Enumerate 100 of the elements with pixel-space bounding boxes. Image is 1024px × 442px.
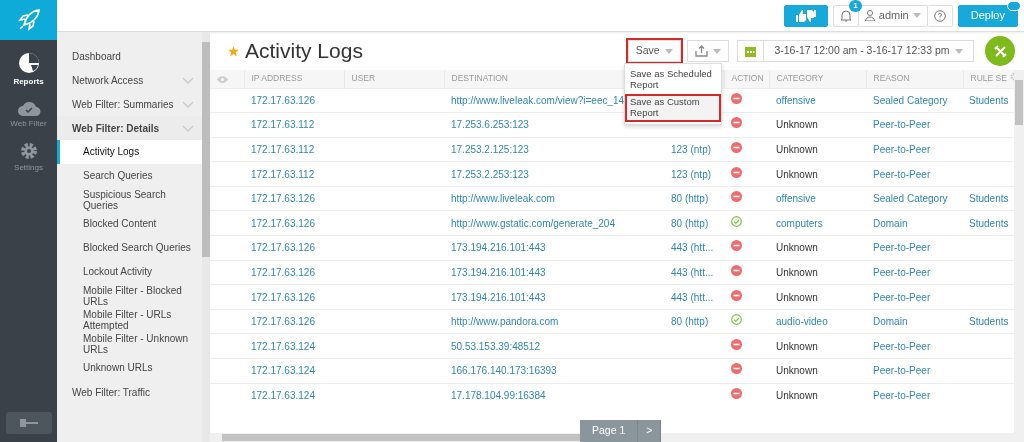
deploy-button[interactable]: Deploy	[957, 4, 1018, 27]
category-link[interactable]: computers	[776, 217, 823, 229]
port-link[interactable]: 80 (http)	[671, 217, 709, 229]
reason-link[interactable]: Peer-to-Peer	[873, 144, 931, 155]
menu-item[interactable]: Save as Custom Report	[625, 93, 721, 122]
next-page-button[interactable]: >	[638, 420, 662, 442]
category-link[interactable]: offensive	[776, 193, 816, 205]
nav-rail-item[interactable]: Settings	[0, 135, 57, 180]
pie-chart-icon	[17, 51, 40, 74]
destination-link[interactable]: 17.253.2.125:123	[451, 144, 529, 155]
destination-link[interactable]: 17.253.2.253:123	[451, 168, 529, 180]
scrollbar[interactable]	[202, 32, 210, 442]
eye-icon[interactable]	[217, 75, 228, 83]
port-link[interactable]: 443 (htt...	[671, 242, 714, 254]
rule-set-link[interactable]: Students	[969, 94, 1009, 106]
feedback-button[interactable]	[783, 4, 828, 27]
sidebar-item[interactable]: Mobile Filter - Unknown URLs	[57, 332, 202, 356]
ip-address-link[interactable]: 172.17.63.126	[251, 291, 315, 303]
nav-rail-item[interactable]: Reports	[0, 45, 57, 94]
category-text: Unknown	[776, 390, 818, 402]
save-button[interactable]: Save	[627, 40, 681, 62]
ip-address-link[interactable]: 172.17.63.126	[251, 217, 315, 229]
cloud-icon	[16, 99, 41, 116]
sidebar-item[interactable]: Web Filter: Traffic	[57, 380, 202, 404]
sidebar-item[interactable]: Network Access	[57, 68, 202, 92]
ip-address-link[interactable]: 172.17.63.112	[251, 168, 315, 180]
category-text: Unknown	[776, 291, 818, 303]
reason-link[interactable]: Peer-to-Peer	[873, 390, 931, 402]
category-text: Unknown	[776, 266, 818, 278]
thumbs-icon	[794, 9, 817, 22]
port-link[interactable]: 123 (ntp)	[671, 144, 712, 155]
nav-rail-item[interactable]: Web Filter	[0, 93, 57, 136]
rule-set-link[interactable]: Students	[969, 316, 1009, 328]
port-link[interactable]: 443 (htt...	[671, 266, 714, 278]
sidebar-item[interactable]: Lockout Activity	[57, 260, 202, 284]
sidebar-item[interactable]: Blocked Search Queries	[57, 236, 202, 260]
reason-link[interactable]: Peer-to-Peer	[873, 340, 931, 352]
rule-set-link[interactable]: Students	[969, 217, 1009, 229]
user-menu[interactable]: admin	[858, 4, 928, 27]
scrollbar[interactable]	[1014, 70, 1024, 442]
reason-link[interactable]: Peer-to-Peer	[873, 168, 931, 180]
sidebar-item[interactable]: Web Filter: Summaries	[57, 92, 202, 116]
sidebar-item[interactable]: Mobile Filter - URLs Attempted	[57, 308, 202, 332]
ip-address-link[interactable]: 172.17.63.112	[251, 119, 315, 131]
reason-link[interactable]: Peer-to-Peer	[873, 365, 931, 377]
sidebar-item[interactable]: Suspicious Search Queries	[57, 188, 202, 212]
reason-link[interactable]: Sealed Category	[873, 94, 948, 106]
ip-address-link[interactable]: 172.17.63.126	[251, 266, 315, 278]
ip-address-link[interactable]: 172.17.63.124	[251, 365, 315, 377]
reason-link[interactable]: Peer-to-Peer	[873, 242, 931, 254]
destination-link[interactable]: 17.178.104.99:16384	[451, 390, 546, 402]
ip-address-link[interactable]: 172.17.63.112	[251, 144, 315, 155]
destination-link[interactable]: http://www.pandora.com	[451, 316, 559, 328]
destination-link[interactable]: 17.253.6.253:123	[451, 119, 529, 131]
reason-link[interactable]: Peer-to-Peer	[873, 266, 931, 278]
destination-link[interactable]: http://www.liveleak.com	[451, 193, 555, 205]
port-link[interactable]: 80 (http)	[671, 193, 709, 205]
sidebar-item[interactable]: Search Queries	[57, 164, 202, 188]
sidebar-item[interactable]: Mobile Filter - Blocked URLs	[57, 284, 202, 308]
help-button[interactable]	[927, 4, 953, 27]
reason-link[interactable]: Peer-to-Peer	[873, 291, 931, 303]
rule-set-link[interactable]: Students	[969, 193, 1009, 205]
reason-link[interactable]: Sealed Category	[873, 193, 948, 205]
ip-address-link[interactable]: 172.17.63.124	[251, 340, 315, 352]
port-link[interactable]: 123 (ntp)	[671, 168, 712, 180]
reason-link[interactable]: Peer-to-Peer	[873, 119, 931, 131]
column-header[interactable]: USER	[351, 73, 376, 84]
calendar-button[interactable]	[737, 40, 765, 62]
menu-item[interactable]: Save as Scheduled Report	[625, 66, 721, 94]
sidebar-item[interactable]: Dashboard	[57, 44, 202, 68]
port-link[interactable]: 443 (htt...	[671, 291, 714, 303]
star-icon[interactable]	[228, 45, 239, 57]
key-button[interactable]	[5, 412, 52, 434]
column-header[interactable]: DESTINATION	[451, 73, 508, 84]
page-button[interactable]: Page 1	[580, 420, 639, 442]
destination-link[interactable]: 50.53.153.39:48512	[451, 340, 540, 352]
destination-link[interactable]: 173.194.216.101:443	[451, 291, 546, 303]
port-link[interactable]: 80 (http)	[671, 316, 709, 328]
tools-button[interactable]	[985, 36, 1015, 66]
reason-link[interactable]: Domain	[873, 316, 908, 328]
sidebar-item[interactable]: Blocked Content	[57, 212, 202, 236]
ip-address-link[interactable]: 172.17.63.126	[251, 316, 315, 328]
destination-link[interactable]: 173.194.216.101:443	[451, 266, 546, 278]
destination-link[interactable]: http://www.liveleak.com/view?i=eec_14	[451, 94, 625, 106]
category-link[interactable]: offensive	[776, 94, 816, 106]
destination-link[interactable]: 173.194.216.101:443	[451, 242, 546, 254]
ip-address-link[interactable]: 172.17.63.126	[251, 242, 315, 254]
category-link[interactable]: audio-video	[776, 316, 828, 328]
ip-address-link[interactable]: 172.17.63.126	[251, 193, 315, 205]
ip-address-link[interactable]: 172.17.63.126	[251, 94, 315, 106]
destination-link[interactable]: 166.176.140.173:16393	[451, 365, 557, 377]
destination-link[interactable]: http://www.gstatic.com/generate_204	[451, 217, 615, 229]
key-icon	[19, 419, 38, 427]
ip-address-link[interactable]: 172.17.63.124	[251, 390, 315, 402]
export-button[interactable]	[686, 40, 729, 62]
category-text: Unknown	[776, 340, 818, 352]
sidebar-item[interactable]: Activity Logs	[57, 140, 202, 164]
date-range-dropdown[interactable]: 3-16-17 12:00 am - 3-16-17 12:33 pm	[764, 40, 974, 62]
reason-link[interactable]: Domain	[873, 217, 908, 229]
sidebar-item[interactable]: Unknown URLs	[57, 356, 202, 380]
